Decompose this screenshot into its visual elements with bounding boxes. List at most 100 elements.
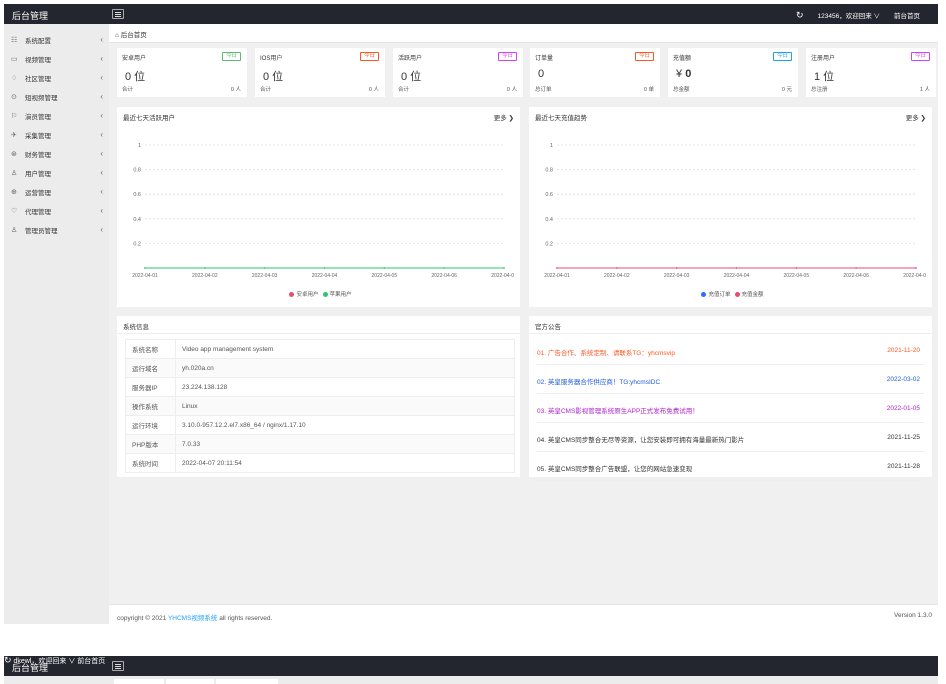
notice-text[interactable]: 03. 英皇CMS影视管理系统原生APP正式发布免费试用！ [537, 405, 699, 415]
notice-item[interactable]: 01. 广告合作、系统定制、请联系TG：yhcmsvip 2021-11-20 [537, 336, 924, 365]
sidebar-item[interactable]: ▭ 视频管理 ‹ [4, 49, 109, 68]
sysinfo-value: 3.10.0-957.12.2.el7.x86_64 / nginx/1.17.… [175, 415, 515, 435]
stat-value: 1 位 [814, 71, 835, 83]
sidebar-item-label: 演员管理 [25, 113, 51, 121]
actor-icon: ⚐ [11, 112, 18, 120]
agent-icon: ♡ [11, 207, 18, 215]
sysinfo-value: 7.0.33 [175, 434, 515, 454]
notice-text[interactable]: 05. 英皇CMS同步整合广告联盟，让您的网站急速变现 [537, 463, 692, 473]
second-refresh-icon[interactable]: ↻ [4, 655, 12, 665]
today-badge: 今日 [221, 52, 241, 61]
sysinfo-key: 服务器IP [125, 377, 176, 397]
stat-total-value: 0 人 [506, 87, 517, 93]
second-front-home-link[interactable]: 前台首页 [77, 658, 105, 665]
y-tick-label: 1 [550, 143, 553, 149]
legend-label[interactable]: 充值订单 [708, 292, 730, 298]
sidebar-item[interactable]: ✈ 采集管理 ‹ [4, 125, 109, 144]
sidebar-item[interactable]: ⊙ 短视频管理 ‹ [4, 87, 109, 106]
notice-item[interactable]: 03. 英皇CMS影视管理系统原生APP正式发布免费试用！ 2022-01-05 [537, 394, 924, 423]
notice-text[interactable]: 04. 英皇CMS同步整合无尽等资源，让您安装即可拥有海量最新热门影片 [537, 434, 744, 444]
active-users-panel: 最近七天活跃用户 更多 ❯ 1 0.8 0.6 0.4 0.2 2022-04-01 202… [117, 107, 520, 307]
second-tab-2[interactable] [166, 679, 214, 684]
notice-text[interactable]: 02. 英皇服务器合作供应商！TG:yhcmsIDC [537, 376, 660, 386]
recharge-title: 最近七天充值趋势 [535, 115, 587, 122]
notice-item[interactable]: 02. 英皇服务器合作供应商！TG:yhcmsIDC 2022-03-02 [537, 365, 924, 394]
chevron-left-icon: ‹ [100, 168, 103, 177]
sidebar-item[interactable]: ⊕ 运营管理 ‹ [4, 182, 109, 201]
sidebar-item-label: 用户管理 [25, 170, 51, 178]
data-point [443, 267, 445, 269]
stat-total-label: 总金额 [673, 87, 690, 93]
sidebar-item[interactable]: ♢ 社区管理 ‹ [4, 68, 109, 87]
table-row: PHP版本 7.0.33 [125, 434, 515, 454]
short-video-icon: ⊙ [11, 93, 17, 101]
stat-card: 安卓用户 今日 0 位合计 0 人 [117, 48, 247, 97]
chevron-left-icon: ‹ [100, 206, 103, 215]
sidebar-item[interactable]: ⚐ 演员管理 ‹ [4, 106, 109, 125]
recharge-more-link[interactable]: 更多 ❯ [906, 112, 926, 122]
user-menu[interactable]: 123456，欢迎回来 ∨ [818, 10, 881, 20]
chevron-left-icon: ‹ [100, 73, 103, 82]
today-badge: 今日 [772, 52, 792, 61]
y-tick-label: 0.4 [545, 217, 553, 223]
x-tick-label: 2022-04-01 [132, 273, 158, 279]
sidebar-item[interactable]: ⊛ 财务管理 ‹ [4, 144, 109, 163]
stat-total-label: 合计 [398, 87, 410, 93]
stat-card: 充值额 今日 ¥ 0 总金额 0 元 [668, 48, 798, 97]
active-users-legend: 安卓用户 苹果用户 [123, 290, 514, 298]
home-icon: ⌂ [115, 32, 119, 39]
second-tab-1[interactable] [114, 679, 164, 684]
notice-item[interactable]: 04. 英皇CMS同步整合无尽等资源，让您安装即可拥有海量最新热门影片 2021-… [537, 423, 924, 452]
x-tick-label: 2022-04-04 [312, 273, 338, 279]
data-point [556, 267, 558, 269]
data-point [204, 267, 206, 269]
active-users-title: 最近七天活跃用户 [123, 115, 175, 122]
x-tick-label: 2022-04-07 [903, 273, 926, 279]
second-menu-toggle-icon[interactable] [112, 661, 124, 671]
sidebar-item[interactable]: ♡ 代理管理 ‹ [4, 201, 109, 220]
legend-dot [289, 292, 295, 298]
table-row: 系统名称 Video app management system [125, 339, 515, 359]
y-tick-label: 0.8 [545, 168, 553, 174]
sidebar-item[interactable]: ☷ 系统配置 ‹ [4, 30, 109, 49]
notice-item[interactable]: 05. 英皇CMS同步整合广告联盟，让您的网站急速变现 2021-11-28 [537, 452, 924, 481]
menu-toggle-icon[interactable] [112, 9, 124, 19]
today-badge: 今日 [497, 52, 517, 61]
user-icon: ♙ [11, 169, 18, 177]
active-users-more-link[interactable]: 更多 ❯ [494, 112, 514, 122]
version-label: Version 1.3.0 [894, 612, 932, 619]
footer-brand-link[interactable]: YHCMS视频系统 [168, 615, 217, 622]
stat-title: 安卓用户 [122, 56, 147, 62]
stat-total-value: 0 元 [781, 87, 792, 93]
second-app-logo: 后台管理 [12, 663, 49, 673]
stat-card: 注册用户 今日 1 位总注册 1 人 [806, 48, 936, 97]
sidebar-item-label: 财务管理 [25, 151, 51, 159]
sidebar-item-label: 采集管理 [25, 132, 51, 140]
data-point [735, 267, 738, 269]
stat-total-value: 0 人 [230, 87, 241, 93]
table-row: 运行环境 3.10.0-957.12.2.el7.x86_64 / nginx/1… [125, 415, 515, 435]
sidebar-item-label: 代理管理 [25, 208, 51, 216]
data-point [383, 267, 386, 269]
sidebar-item[interactable]: ♙ 管理员管理 ‹ [4, 220, 109, 239]
today-badge: 今日 [910, 52, 930, 61]
second-window-navbar: 后台管理 ↻ dkewl，欢迎回来 ∨ 前台首页 [4, 656, 938, 676]
sysinfo-panel: 系统信息 系统名称 Video app management system 运行域名… [117, 316, 520, 477]
sysinfo-key: 系统时间 [125, 453, 176, 473]
sidebar-item[interactable]: ♙ 用户管理 ‹ [4, 163, 109, 182]
front-home-link[interactable]: 前台首页 [894, 10, 920, 20]
legend-label[interactable]: 安卓用户 [296, 292, 318, 298]
refresh-icon[interactable]: ↻ [796, 11, 804, 20]
legend-dot [701, 292, 707, 298]
data-point [675, 267, 678, 269]
legend-label[interactable]: 苹果用户 [330, 292, 352, 298]
sysinfo-value: Video app management system [175, 339, 515, 359]
notice-text[interactable]: 01. 广告合作、系统定制、请联系TG：yhcmsvip [537, 347, 675, 357]
chevron-left-icon: ‹ [100, 225, 103, 234]
second-tab-3[interactable] [216, 679, 278, 684]
stat-value: 0 [538, 68, 545, 80]
stat-total-label: 合计 [260, 87, 272, 93]
legend-label[interactable]: 充值金额 [742, 292, 764, 298]
community-icon: ♢ [11, 74, 18, 82]
tab-home[interactable]: ⌂ 后台首页 [115, 29, 147, 39]
